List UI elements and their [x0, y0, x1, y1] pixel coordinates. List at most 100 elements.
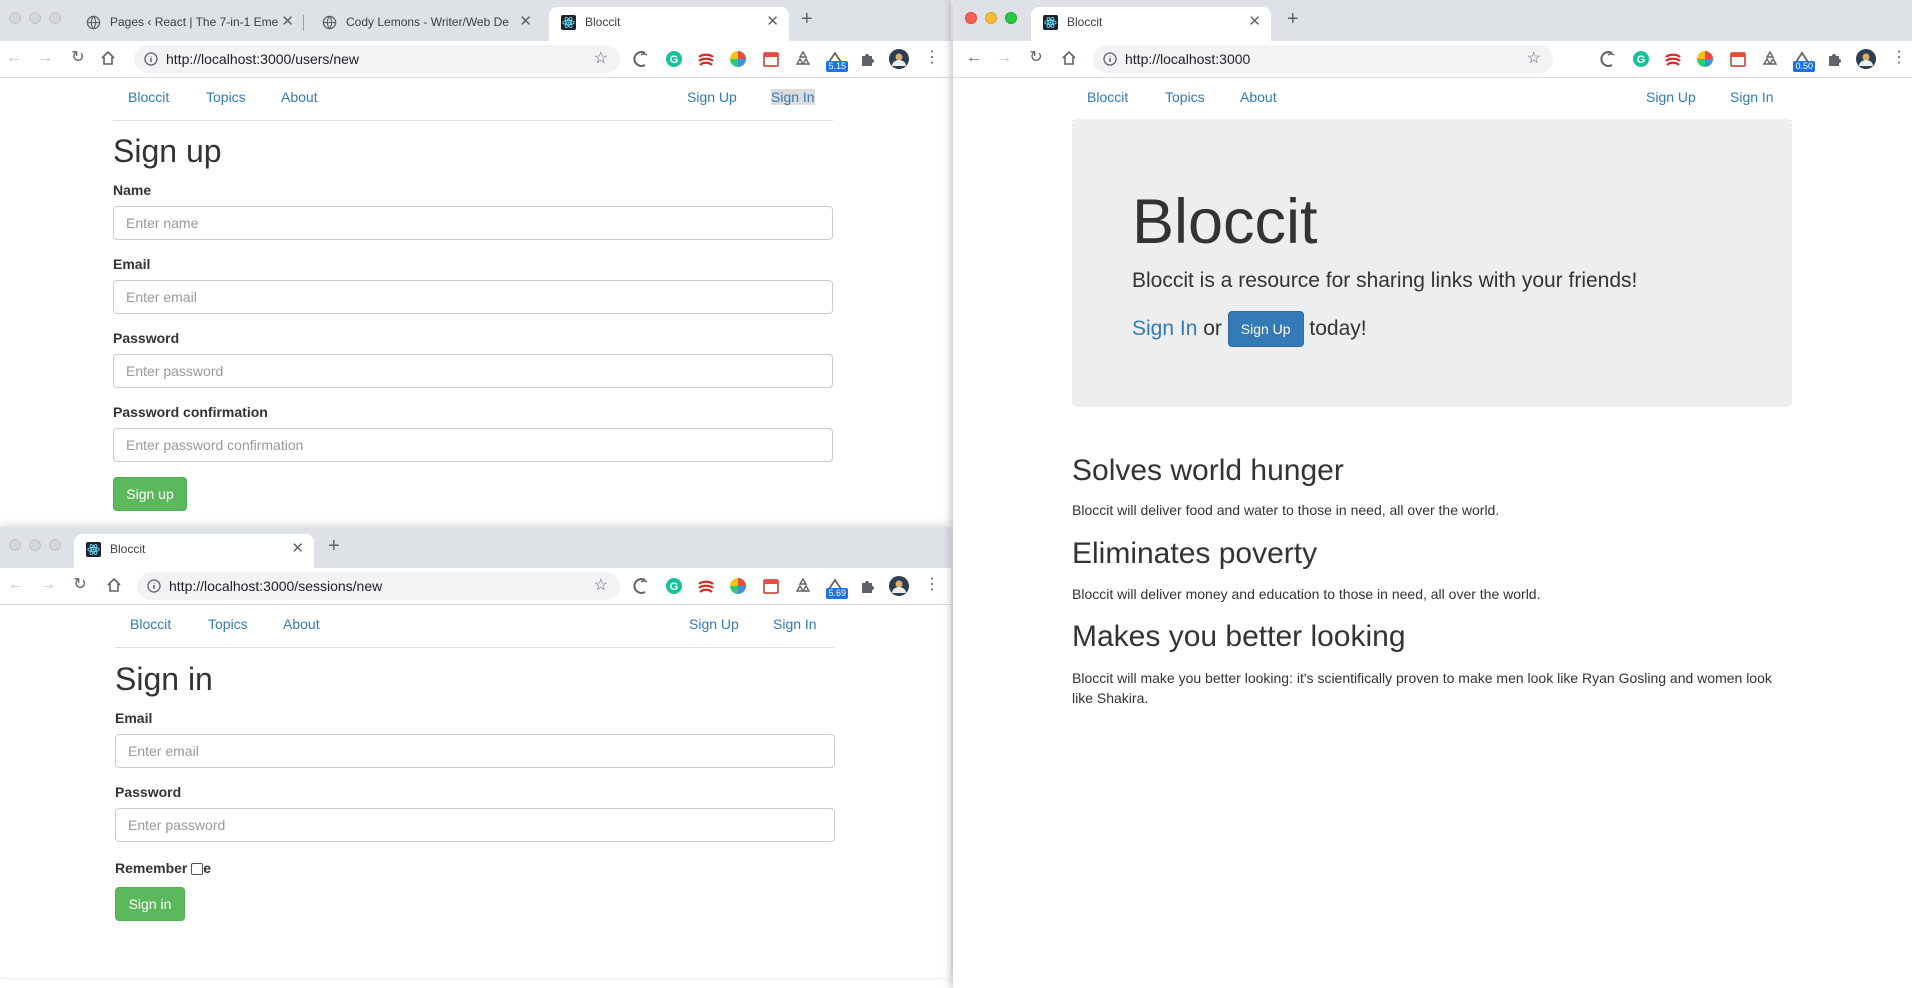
address-bar[interactable]: http://localhost:3000/users/new ☆: [134, 45, 620, 73]
grammarly-icon[interactable]: G: [665, 50, 683, 68]
close-icon[interactable]: ✕: [766, 7, 779, 37]
zoom-window-button[interactable]: [49, 12, 61, 24]
new-tab-plus-icon[interactable]: +: [328, 535, 340, 558]
close-window-button[interactable]: [965, 12, 977, 24]
nav-topics-link[interactable]: Topics: [1165, 89, 1205, 105]
grammarly-icon[interactable]: G: [1632, 50, 1650, 68]
nav-signup-link[interactable]: Sign Up: [1646, 89, 1696, 105]
info-icon[interactable]: [1103, 52, 1117, 66]
jumbotron-signup-button[interactable]: Sign Up: [1227, 311, 1304, 348]
nav-signin-link[interactable]: Sign In: [773, 616, 817, 632]
tab-bloccit[interactable]: Bloccit ✕: [549, 7, 789, 41]
forward-arrow-icon[interactable]: →: [35, 48, 55, 68]
close-icon[interactable]: ✕: [291, 534, 304, 564]
recycle-icon[interactable]: [794, 50, 812, 68]
minimize-window-button[interactable]: [29, 539, 41, 551]
bookmark-star-icon[interactable]: ☆: [594, 45, 608, 73]
nav-about-link[interactable]: About: [281, 89, 318, 105]
nav-brand-link[interactable]: Bloccit: [128, 89, 169, 105]
c-extension-icon[interactable]: [1600, 50, 1618, 68]
zoom-window-button[interactable]: [49, 539, 61, 551]
home-icon[interactable]: [106, 577, 122, 593]
bookmark-star-icon[interactable]: ☆: [1527, 45, 1541, 73]
c-extension-icon[interactable]: [633, 577, 651, 595]
password-input[interactable]: Enter password: [115, 808, 835, 842]
close-icon[interactable]: ✕: [281, 7, 294, 37]
nav-topics-link[interactable]: Topics: [208, 616, 248, 632]
close-window-button[interactable]: [9, 539, 21, 551]
nav-topics-link[interactable]: Topics: [206, 89, 246, 105]
lastpass-extension-icon[interactable]: [697, 577, 715, 595]
email-input[interactable]: Enter email: [115, 734, 835, 768]
lastpass-extension-icon[interactable]: [697, 50, 715, 68]
avatar[interactable]: [889, 49, 909, 69]
nav-brand-link[interactable]: Bloccit: [1087, 89, 1128, 105]
menu-kebab-icon[interactable]: ⋮: [922, 575, 942, 595]
reload-icon[interactable]: ↻: [70, 575, 90, 595]
address-bar[interactable]: http://localhost:3000 ☆: [1093, 45, 1553, 73]
calendar-icon[interactable]: [762, 50, 780, 68]
timer-extension-icon[interactable]: 5.15: [826, 50, 848, 72]
lastpass-extension-icon[interactable]: [1664, 50, 1682, 68]
back-arrow-icon[interactable]: ←: [6, 575, 26, 595]
remember-checkbox[interactable]: [191, 863, 204, 875]
menu-kebab-icon[interactable]: ⋮: [1889, 48, 1909, 68]
forward-arrow-icon[interactable]: →: [38, 575, 58, 595]
password-confirmation-input[interactable]: Enter password confirmation: [113, 428, 833, 462]
home-icon[interactable]: [1061, 50, 1077, 66]
avatar[interactable]: [1856, 49, 1876, 69]
timer-extension-icon[interactable]: 0.50: [1793, 50, 1815, 72]
sign-up-button[interactable]: Sign up: [113, 477, 187, 511]
nav-brand-link[interactable]: Bloccit: [130, 616, 171, 632]
tab-bloccit[interactable]: Bloccit ✕: [1031, 7, 1271, 41]
c-extension-icon[interactable]: [633, 50, 651, 68]
bookmark-star-icon[interactable]: ☆: [594, 572, 608, 600]
email-input[interactable]: Enter email: [113, 280, 833, 314]
close-icon[interactable]: ✕: [519, 7, 532, 37]
new-tab-plus-icon[interactable]: +: [801, 8, 813, 31]
recycle-icon[interactable]: [794, 577, 812, 595]
calendar-icon[interactable]: [1729, 50, 1747, 68]
reload-icon[interactable]: ↻: [1026, 48, 1046, 68]
puzzle-extensions-icon[interactable]: [858, 50, 876, 68]
password-label: Password: [113, 330, 180, 346]
nav-signin-link[interactable]: Sign In: [1730, 89, 1774, 105]
close-icon[interactable]: ✕: [1248, 7, 1261, 37]
close-window-button[interactable]: [9, 12, 21, 24]
avatar[interactable]: [889, 576, 909, 596]
name-input[interactable]: Enter name: [113, 206, 833, 240]
info-icon[interactable]: [144, 52, 158, 66]
info-icon[interactable]: [147, 579, 161, 593]
back-arrow-icon[interactable]: ←: [4, 48, 24, 68]
password-input[interactable]: Enter password: [113, 354, 833, 388]
nav-about-link[interactable]: About: [283, 616, 320, 632]
reload-icon[interactable]: ↻: [68, 48, 88, 68]
puzzle-extensions-icon[interactable]: [858, 577, 876, 595]
tab-bloccit[interactable]: Bloccit ✕: [74, 534, 314, 568]
puzzle-extensions-icon[interactable]: [1825, 50, 1843, 68]
tab-pages-react[interactable]: Pages ‹ React | The 7-in-1 Eme ✕: [74, 7, 304, 41]
nav-signin-link[interactable]: Sign In: [771, 89, 815, 105]
grammarly-icon[interactable]: G: [665, 577, 683, 595]
calendar-icon[interactable]: [762, 577, 780, 595]
recycle-icon[interactable]: [1761, 50, 1779, 68]
minimize-window-button[interactable]: [29, 12, 41, 24]
jumbotron-signin-link[interactable]: Sign In: [1132, 317, 1197, 340]
tab-cody-lemons[interactable]: Cody Lemons - Writer/Web De ✕: [310, 7, 542, 41]
color-wheel-icon[interactable]: [729, 50, 747, 68]
back-arrow-icon[interactable]: ←: [964, 48, 984, 68]
minimize-window-button[interactable]: [985, 12, 997, 24]
color-wheel-icon[interactable]: [729, 577, 747, 595]
nav-about-link[interactable]: About: [1240, 89, 1277, 105]
home-icon[interactable]: [100, 50, 116, 66]
sign-in-button[interactable]: Sign in: [115, 887, 185, 921]
zoom-window-button[interactable]: [1005, 12, 1017, 24]
nav-signup-link[interactable]: Sign Up: [689, 616, 739, 632]
new-tab-plus-icon[interactable]: +: [1287, 8, 1299, 31]
address-bar[interactable]: http://localhost:3000/sessions/new ☆: [137, 572, 620, 600]
menu-kebab-icon[interactable]: ⋮: [922, 48, 942, 68]
timer-extension-icon[interactable]: 5.69: [826, 577, 848, 599]
forward-arrow-icon[interactable]: →: [994, 48, 1014, 68]
nav-signup-link[interactable]: Sign Up: [687, 89, 737, 105]
color-wheel-icon[interactable]: [1696, 50, 1714, 68]
